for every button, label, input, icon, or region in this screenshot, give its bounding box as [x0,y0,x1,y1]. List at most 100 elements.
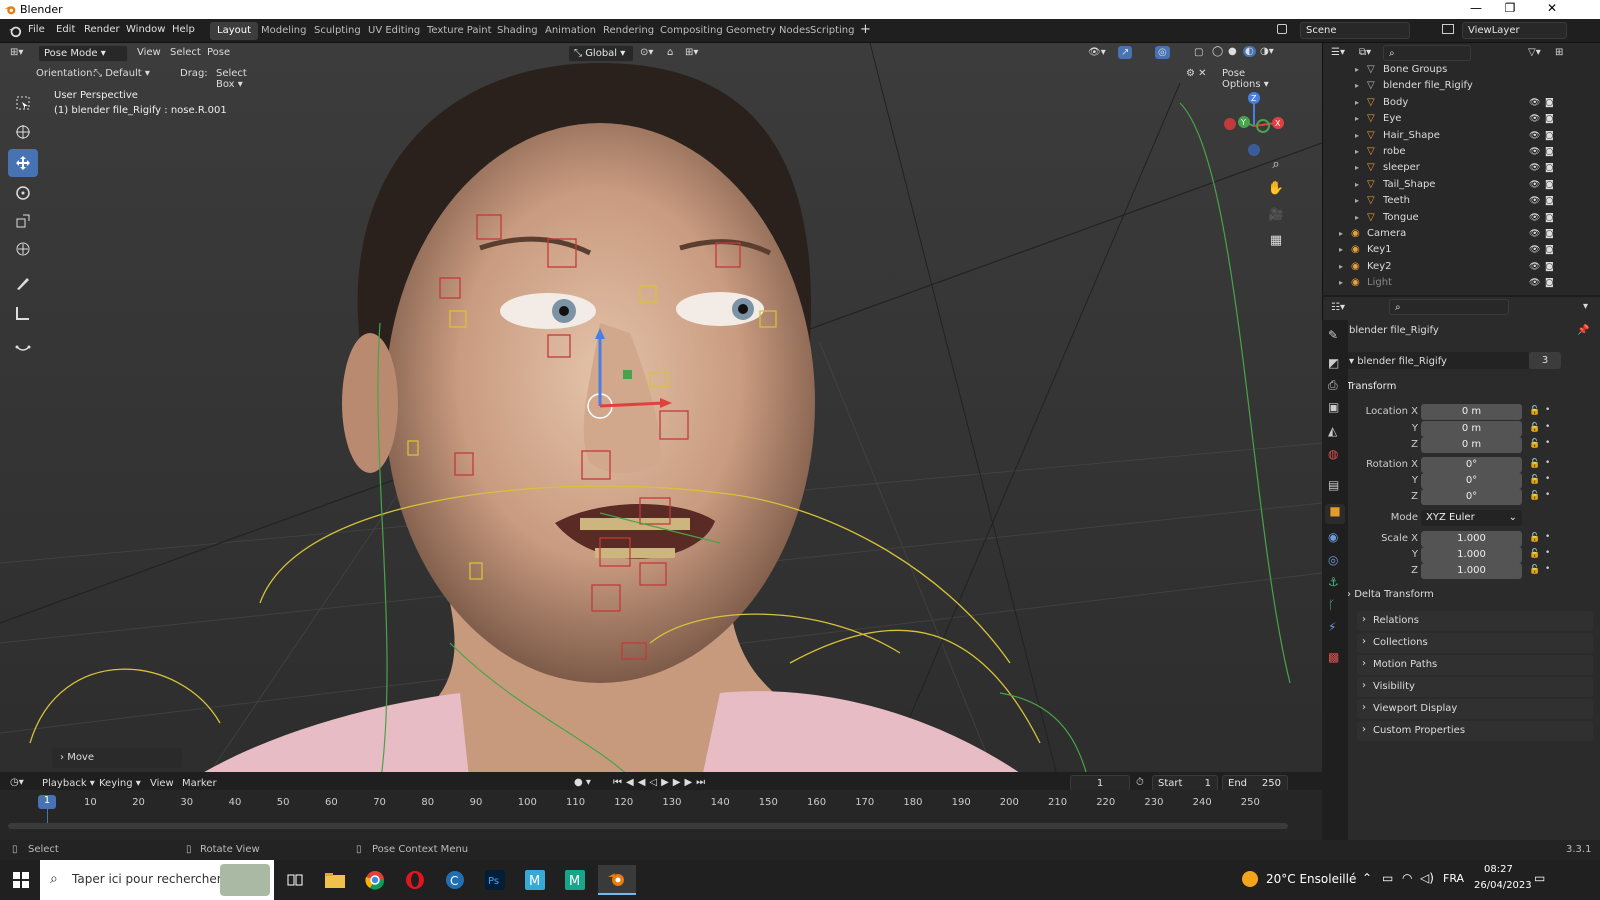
shading-solid-icon[interactable]: ● [1228,46,1237,57]
mode-selector[interactable]: Pose Mode ▾ [38,45,128,62]
object-tab-icon[interactable]: ■ [1325,504,1345,524]
eye-visibility-icon[interactable]: 👁 [1529,131,1540,141]
outliner-item[interactable]: ▸ ▽ robe 👁 ◙ [1323,144,1600,161]
modifier-tab-icon[interactable]: ◉ [1328,530,1338,544]
shading-wireframe-icon[interactable]: ◯ [1212,46,1223,57]
expand-arrow-icon[interactable]: ▸ [1339,229,1343,238]
zoom-icon[interactable]: ⌕ [1264,157,1288,181]
pan-hand-icon[interactable]: ✋ [1264,181,1288,205]
render-camera-icon[interactable]: ◙ [1545,114,1555,124]
tab-scripting[interactable]: Scripting [803,22,861,40]
expand-arrow-icon[interactable]: ▸ [1355,98,1359,107]
eye-visibility-icon[interactable]: 👁 [1529,196,1540,206]
expand-arrow-icon[interactable]: ▸ [1355,81,1359,90]
keyframe-dot-icon[interactable]: • [1545,405,1550,415]
snap-target-icon[interactable]: ⊞▾ [685,47,698,58]
viewlayer-selector[interactable]: ViewLayer [1462,22,1567,39]
properties-options-icon[interactable]: ▾ [1583,301,1588,312]
lock-icon[interactable]: 🔓 [1529,423,1540,433]
tray-chevron-icon[interactable]: ⌃ [1362,871,1372,885]
menu-pose[interactable]: Pose [207,47,230,58]
add-workspace-button[interactable]: + [860,22,871,37]
maximize-button[interactable]: ❐ [1494,1,1526,15]
tab-layout[interactable]: Layout [210,22,258,40]
playhead-frame[interactable]: 1 [38,795,56,809]
eye-visibility-icon[interactable]: 👁 [1529,213,1540,223]
timer-icon[interactable]: ⏱ [1136,777,1144,788]
render-camera-icon[interactable]: ◙ [1545,213,1555,223]
outliner-item[interactable]: ▸ ▽ Hair_Shape 👁 ◙ [1323,128,1600,145]
3d-viewport[interactable]: User Perspective (1) blender file_Rigify… [0,43,1322,787]
scale-tool-icon[interactable] [8,207,38,235]
menu-edit[interactable]: Edit [56,24,75,35]
pin-icon[interactable]: 📌 [1577,325,1589,336]
menu-window[interactable]: Window [126,24,165,35]
location-z-field[interactable]: 0 m [1421,437,1522,453]
eye-visibility-icon[interactable]: 👁 [1529,98,1540,108]
menu-playback[interactable]: Playback ▾ [42,778,95,789]
lock-icon[interactable]: 🔓 [1529,565,1540,575]
scale-z-field[interactable]: 1.000 [1421,563,1522,579]
bone-roll-tool-icon[interactable] [8,331,38,359]
render-camera-icon[interactable]: ◙ [1545,98,1555,108]
texture-tab-icon[interactable]: ▩ [1328,650,1339,664]
ccleaner-icon[interactable]: C [440,865,470,895]
gizmo-plane[interactable] [623,370,632,379]
clock-date[interactable]: 26/04/2023 [1474,880,1532,891]
eye-visibility-icon[interactable]: 👁 [1529,262,1540,272]
keyframe-dot-icon[interactable]: • [1545,532,1550,542]
tab-modeling[interactable]: Modeling [254,22,314,40]
expand-arrow-icon[interactable]: ▸ [1339,245,1343,254]
app-m-icon[interactable]: M [520,865,550,895]
measure-tool-icon[interactable] [8,299,38,327]
network-icon[interactable]: ◠ [1402,871,1412,885]
outliner-item[interactable]: ▸ ▽ sleeper 👁 ◙ [1323,160,1600,177]
tab-animation[interactable]: Animation [538,22,603,40]
outliner-item[interactable]: ▸ ◉ Light 👁 ◙ [1323,275,1600,292]
move-tool-icon[interactable] [8,149,38,177]
blender-menu-icon[interactable] [8,24,22,38]
expand-arrow-icon[interactable]: ▸ [1355,131,1359,140]
taskbar-search-input[interactable]: ⌕ Taper ici pour rechercher [40,860,274,900]
scene-tab-icon[interactable]: ◭ [1328,424,1337,438]
volume-icon[interactable]: ◁) [1420,871,1434,885]
keyframe-dot-icon[interactable]: • [1545,458,1550,468]
blender-taskbar-icon[interactable] [598,865,636,895]
section-custom-properties[interactable]: › Custom Properties [1357,721,1593,741]
eye-visibility-icon[interactable]: 👁 [1529,147,1540,157]
outliner-item[interactable]: ▸ ▽ Tail_Shape 👁 ◙ [1323,177,1600,194]
close-button[interactable]: ✕ [1536,1,1568,15]
select-box-tool-icon[interactable] [8,89,38,117]
cursor-tool-icon[interactable] [8,118,38,146]
tab-shading[interactable]: Shading [490,22,545,40]
delta-transform-subpanel[interactable]: › Delta Transform [1347,589,1434,600]
eye-visibility-icon[interactable]: 👁 [1529,163,1540,173]
rotate-tool-icon[interactable] [8,179,38,207]
keyframe-dot-icon[interactable]: • [1545,548,1550,558]
rotation-y-field[interactable]: 0° [1421,473,1522,489]
outliner-item[interactable]: ▸ ▽ Teeth 👁 ◙ [1323,193,1600,210]
data-selector[interactable]: ▾ blender file_Rigify [1331,352,1529,369]
data-tab-icon[interactable]: ᚴ [1328,598,1335,612]
section-visibility[interactable]: › Visibility [1357,677,1593,697]
rotation-mode-selector[interactable]: XYZ Euler ⌄ [1421,510,1522,526]
menu-help[interactable]: Help [172,24,195,35]
render-camera-icon[interactable]: ◙ [1545,180,1555,190]
render-camera-icon[interactable]: ◙ [1545,229,1555,239]
render-camera-icon[interactable]: ◙ [1545,196,1555,206]
lock-icon[interactable]: 🔓 [1529,439,1540,449]
file-explorer-icon[interactable] [320,865,350,895]
opera-icon[interactable] [400,865,430,895]
section-relations[interactable]: › Relations [1357,611,1593,631]
playback-controls[interactable]: ⏮◀◀◁▶▶▶⏭ [613,777,709,788]
new-collection-icon[interactable]: ⊞ [1555,47,1563,58]
app-m2-icon[interactable]: M [560,865,590,895]
output-tab-icon[interactable]: ⎙ [1328,378,1338,393]
transform-tool-icon[interactable] [8,235,38,263]
menu-keying[interactable]: Keying ▾ [99,778,141,789]
tab-texture-paint[interactable]: Texture Paint [420,22,499,40]
eye-visibility-icon[interactable]: 👁 [1529,245,1540,255]
gizmo-toggle-icon[interactable]: ↗ [1118,46,1133,59]
outliner-editor-icon[interactable]: ☰▾ [1331,47,1345,58]
keyframe-dot-icon[interactable]: • [1545,564,1550,574]
